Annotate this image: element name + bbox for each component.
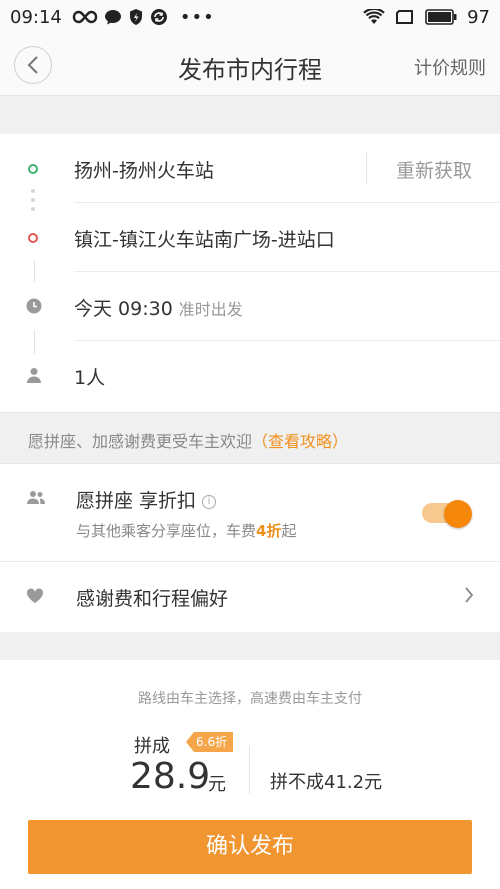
screen-icon [396, 10, 414, 24]
departure-time: 今天 09:30 [74, 298, 173, 320]
carpool-success-label: 拼成 [134, 736, 170, 757]
spacer [0, 632, 500, 660]
chat-bubble-icon [104, 10, 121, 25]
carpool-subtitle-before: 与其他乘客分享座位，车费 [76, 522, 257, 540]
more-dots-icon: ••• [179, 6, 215, 28]
toggle-knob [444, 500, 472, 528]
start-dot-icon [28, 164, 38, 174]
carpool-discount: 4折 [256, 522, 282, 540]
battery-icon [425, 9, 457, 25]
divider [366, 152, 367, 184]
carpool-toggle[interactable] [422, 500, 472, 528]
end-location-row[interactable]: 镇江-镇江火车站南广场-进站口 [0, 203, 500, 272]
price-unit: 元 [208, 774, 226, 795]
start-location: 扬州-扬州火车站 [74, 160, 214, 182]
thanks-fee-preferences-row[interactable]: 感谢费和行程偏好 [0, 562, 500, 632]
infinity-icon [72, 10, 98, 24]
divider [249, 746, 250, 794]
carpool-price: 28.9 [130, 756, 211, 797]
chevron-right-icon [465, 587, 474, 603]
fare-panel: 路线由车主选择，高速费由车主支付 拼成 6.6折 28.9 元 拼不成41.2元… [0, 660, 500, 889]
clock-icon [26, 298, 42, 314]
spacer [0, 96, 500, 134]
pricing-rules-link[interactable]: 计价规则 [414, 54, 486, 80]
view-guide-link[interactable]: （查看攻略） [252, 432, 348, 451]
carpool-option: 愿拼座 享折扣 i 与其他乘客分享座位，车费4折起 [0, 464, 500, 561]
status-bar: 09:14 ••• 97 [0, 0, 500, 34]
options-card: 愿拼座 享折扣 i 与其他乘客分享座位，车费4折起 感谢费和行程偏好 [0, 464, 500, 632]
start-location-row[interactable]: 扬州-扬州火车站 重新获取 [0, 134, 500, 203]
end-location: 镇江-镇江火车站南广场-进站口 [74, 229, 335, 251]
passengers-row[interactable]: 1人 [0, 341, 500, 410]
person-icon [27, 368, 41, 383]
vpn-icon [150, 9, 167, 25]
people-icon [27, 491, 45, 504]
confirm-publish-button[interactable]: 确认发布 [28, 820, 472, 874]
tip-bar: 愿拼座、加感谢费更受车主欢迎（查看攻略） [0, 412, 500, 464]
carpool-subtitle-after: 起 [281, 522, 297, 540]
wifi-icon [363, 9, 385, 24]
shield-icon [129, 9, 142, 25]
route-note: 路线由车主选择，高速费由车主支付 [138, 691, 362, 707]
end-dot-icon [28, 233, 38, 243]
route-card: 扬州-扬州火车站 重新获取 镇江-镇江火车站南广场-进站口 今天 09:30 准时… [0, 134, 500, 412]
tip-text: 愿拼座、加感谢费更受车主欢迎 [28, 432, 253, 451]
app-header: 发布市内行程 计价规则 [0, 34, 500, 96]
refresh-location-button[interactable]: 重新获取 [396, 156, 472, 183]
info-icon[interactable]: i [202, 495, 217, 509]
on-time-note: 准时出发 [178, 300, 243, 319]
discount-badge: 6.6折 [186, 732, 234, 752]
passenger-count: 1人 [74, 367, 106, 389]
status-time: 09:14 [10, 6, 62, 28]
battery-level: 97 [467, 6, 490, 28]
no-carpool-price: 拼不成41.2元 [270, 772, 383, 793]
carpool-title: 愿拼座 享折扣 [76, 490, 197, 512]
thanks-fee-title: 感谢费和行程偏好 [76, 588, 229, 610]
heart-icon [26, 588, 44, 603]
departure-time-row[interactable]: 今天 09:30 准时出发 [0, 272, 500, 341]
